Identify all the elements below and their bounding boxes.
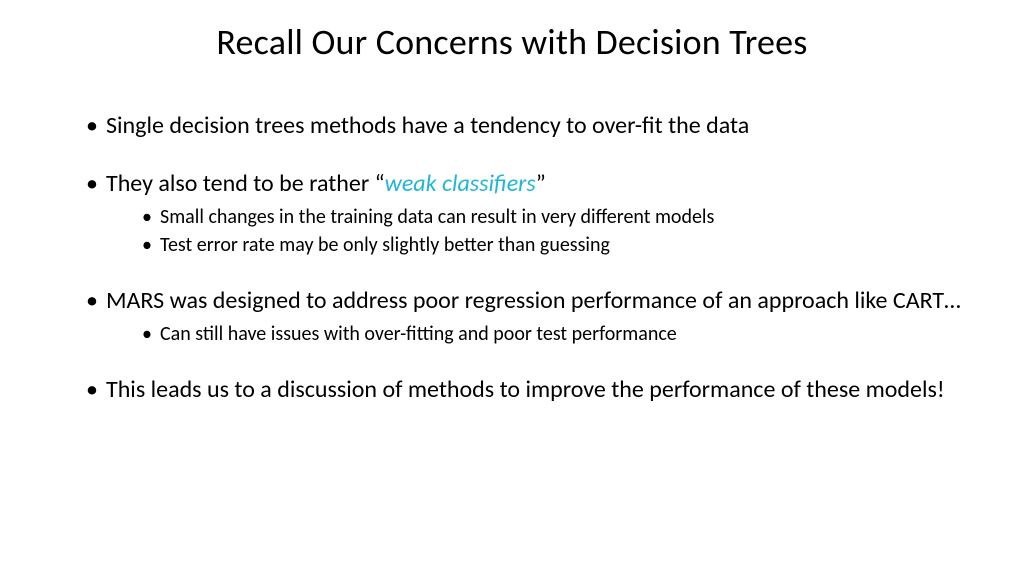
bullet-3-sub-1-text: Can still have issues with over-fitting … [160, 322, 677, 346]
bullet-3-sublist: Can still have issues with over-fitting … [106, 322, 964, 346]
bullet-3: MARS was designed to address poor regres… [86, 287, 964, 346]
bullet-list: Single decision trees methods have a ten… [86, 112, 964, 404]
bullet-3-sub-1: Can still have issues with over-fitting … [142, 322, 964, 346]
bullet-2: They also tend to be rather “weak classi… [86, 170, 964, 257]
bullet-2-sub-1: Small changes in the training data can r… [142, 205, 964, 229]
bullet-4: This leads us to a discussion of methods… [86, 376, 964, 404]
bullet-2-sub-2: Test error rate may be only slightly bet… [142, 233, 964, 257]
bullet-1-text: Single decision trees methods have a ten… [106, 111, 749, 140]
bullet-2-post: ” [536, 169, 546, 198]
bullet-2-emph: weak classifiers [385, 169, 536, 198]
bullet-2-sublist: Small changes in the training data can r… [106, 205, 964, 258]
slide: Recall Our Concerns with Decision Trees … [0, 0, 1024, 576]
bullet-1: Single decision trees methods have a ten… [86, 112, 964, 140]
bullet-3-text: MARS was designed to address poor regres… [106, 286, 961, 315]
bullet-2-pre: They also tend to be rather “ [106, 169, 385, 198]
bullet-2-sub-2-text: Test error rate may be only slightly bet… [160, 233, 610, 257]
slide-body: Single decision trees methods have a ten… [86, 112, 964, 434]
bullet-4-text: This leads us to a discussion of methods… [106, 375, 945, 404]
bullet-2-sub-1-text: Small changes in the training data can r… [160, 205, 714, 229]
slide-title: Recall Our Concerns with Decision Trees [0, 20, 1024, 64]
